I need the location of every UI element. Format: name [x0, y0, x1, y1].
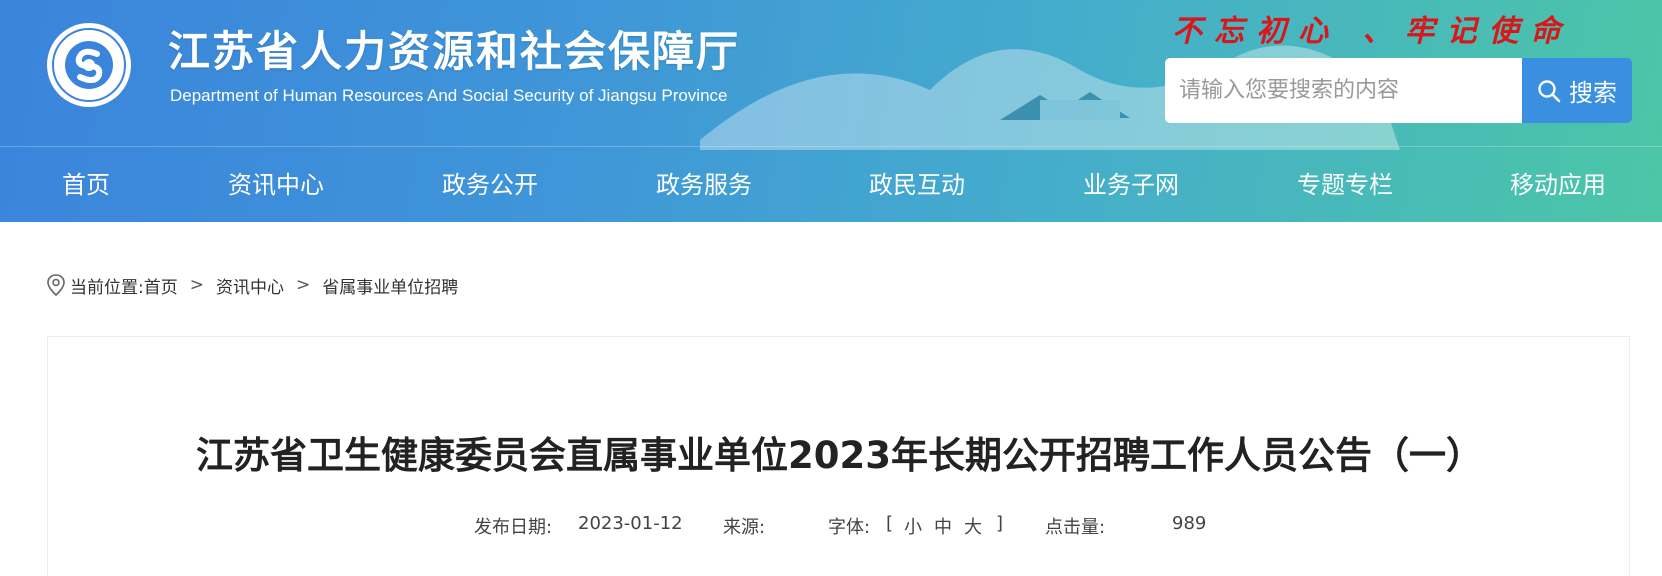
nav-item-government-services[interactable]: 政务服务	[656, 147, 752, 222]
font-size-medium-button[interactable]: 中	[934, 513, 952, 539]
main-navigation: 首页 资讯中心 政务公开 政务服务 政民互动 业务子网 专题专栏 移动应用	[0, 146, 1662, 222]
search-button[interactable]: 搜索	[1522, 58, 1632, 123]
font-size-small-button[interactable]: 小	[904, 513, 922, 539]
location-pin-icon	[47, 274, 65, 297]
site-title: 江苏省人力资源和社会保障厅	[168, 27, 741, 76]
article-panel: 江苏省卫生健康委员会直属事业单位2023年长期公开招聘工作人员公告（一） 发布日…	[47, 336, 1630, 576]
click-count-value: 989	[1172, 513, 1207, 534]
breadcrumb: 当前位置: 首页 > 资讯中心 > 省属事业单位招聘	[46, 272, 458, 298]
breadcrumb-link-news-center[interactable]: 资讯中心	[216, 273, 284, 298]
search-button-label: 搜索	[1569, 79, 1617, 107]
nav-item-business-subsites[interactable]: 业务子网	[1083, 147, 1179, 222]
publish-date-value: 2023-01-12	[578, 513, 683, 534]
nav-item-government-disclosure[interactable]: 政务公开	[442, 147, 538, 222]
nav-item-special-topics[interactable]: 专题专栏	[1297, 147, 1393, 222]
publish-date-label: 发布日期:	[474, 517, 553, 538]
nav-item-public-interaction[interactable]: 政民互动	[869, 147, 965, 222]
source-label: 来源:	[723, 517, 766, 538]
breadcrumb-link-provincial-recruitment[interactable]: 省属事业单位招聘	[322, 273, 458, 298]
hrss-logo-icon	[47, 23, 131, 107]
site-header: 江苏省人力资源和社会保障厅 Department of Human Resour…	[0, 0, 1662, 222]
font-bracket-close: ]	[996, 513, 1004, 534]
breadcrumb-link-home[interactable]: 首页	[144, 273, 178, 298]
nav-item-news-center[interactable]: 资讯中心	[228, 147, 324, 222]
breadcrumb-separator: >	[189, 275, 204, 295]
font-size-large-button[interactable]: 大	[964, 513, 982, 539]
search-icon	[1538, 79, 1561, 102]
nav-item-home[interactable]: 首页	[62, 147, 110, 222]
search-input[interactable]: 请输入您要搜索的内容	[1165, 58, 1522, 123]
site-subtitle-english: Department of Human Resources And Social…	[170, 86, 728, 105]
font-size-label: 字体:	[828, 517, 871, 538]
header-slogan: 不忘初心 、牢记使命	[1172, 14, 1573, 49]
breadcrumb-separator: >	[295, 275, 311, 295]
click-count-label: 点击量:	[1045, 517, 1106, 538]
nav-item-mobile-apps[interactable]: 移动应用	[1510, 147, 1606, 222]
font-bracket-open: [	[886, 513, 894, 534]
breadcrumb-prefix: 当前位置:	[70, 277, 144, 298]
article-title: 江苏省卫生健康委员会直属事业单位2023年长期公开招聘工作人员公告（一）	[196, 434, 1483, 477]
